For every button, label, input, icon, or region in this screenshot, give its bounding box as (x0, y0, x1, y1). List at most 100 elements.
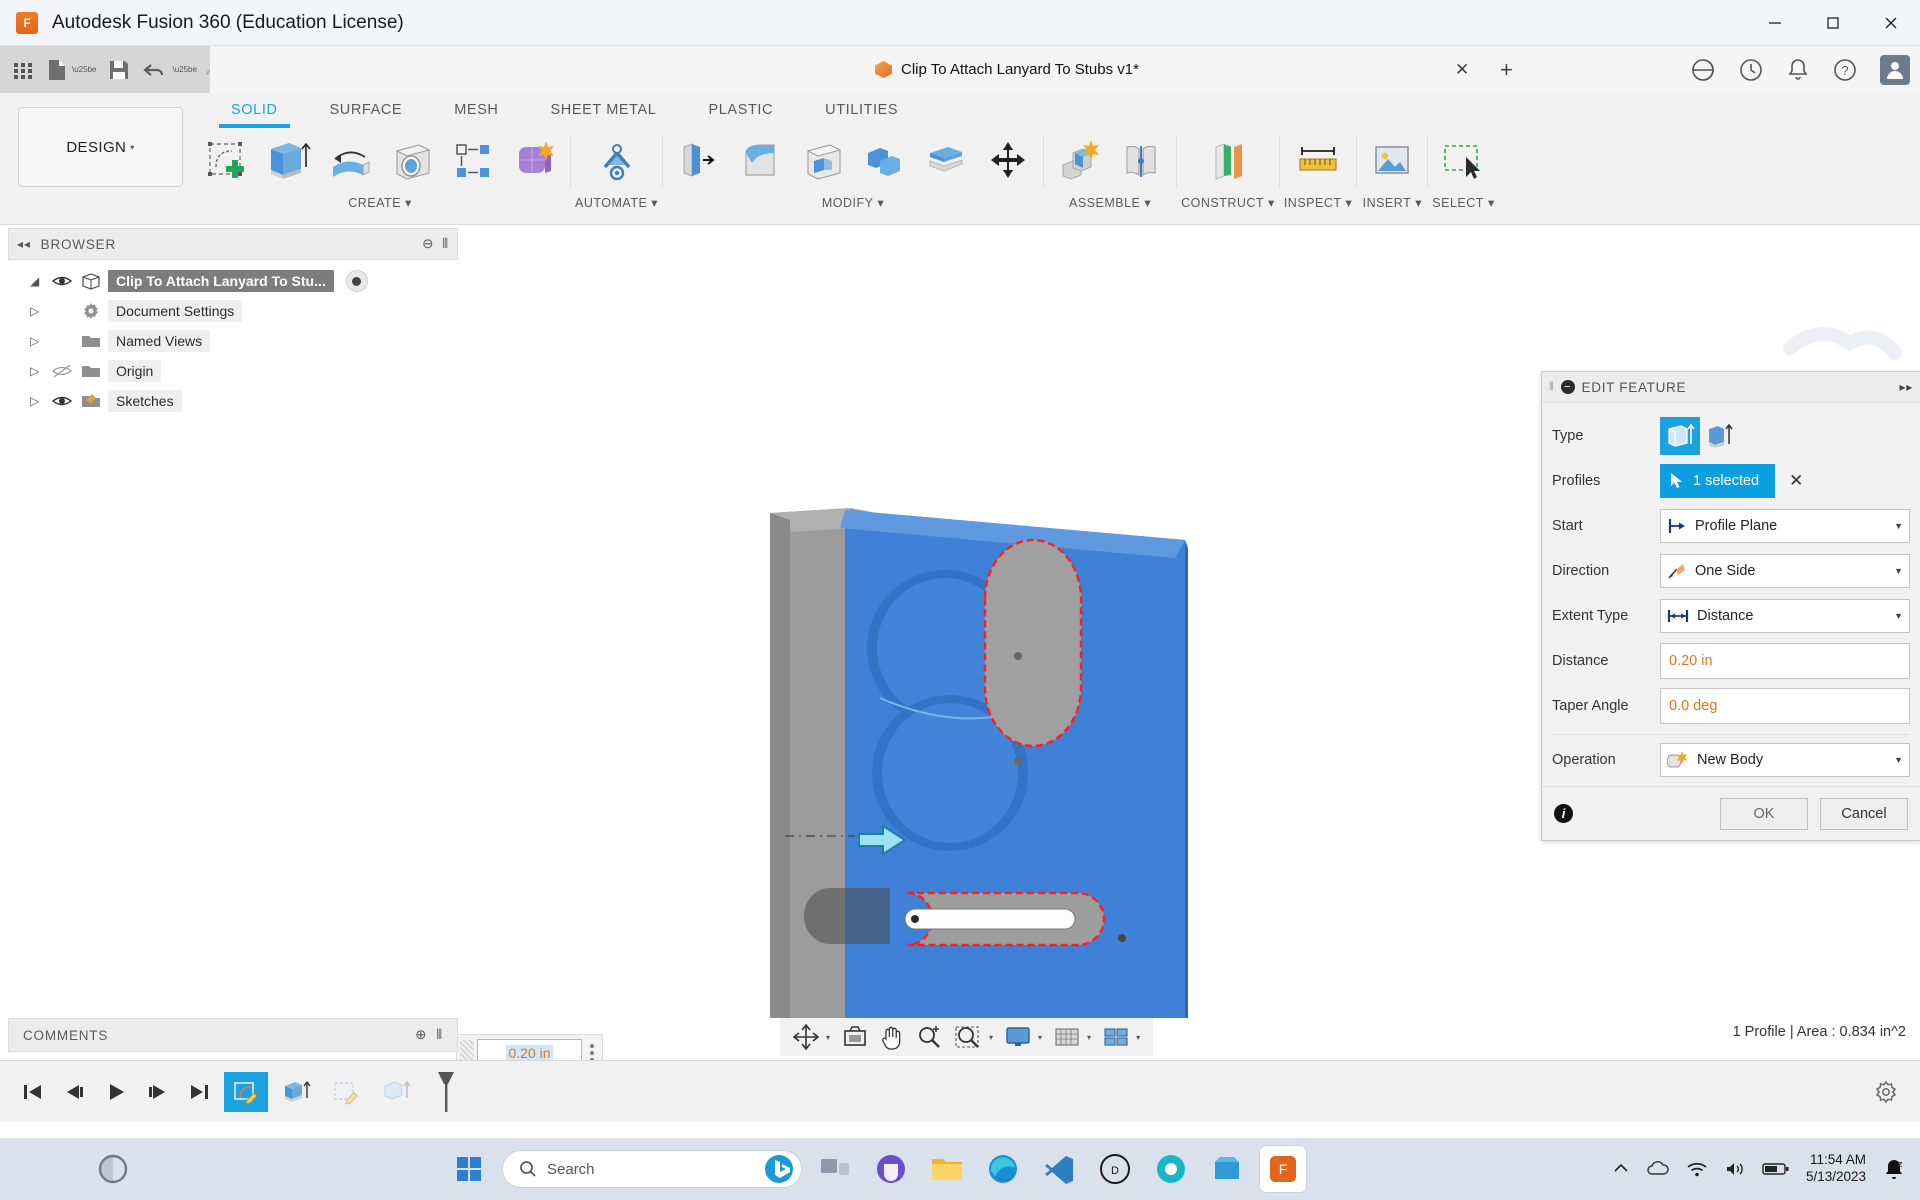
extent-type-dropdown[interactable]: Distance ▼ (1660, 599, 1910, 633)
microsoft-store-icon[interactable] (1204, 1146, 1250, 1192)
zoom-window-icon[interactable]: ▾ (949, 1022, 998, 1052)
direction-dropdown[interactable]: One Side ▼ (1660, 554, 1910, 588)
type-edge-button[interactable] (1700, 417, 1740, 455)
browser-resize-handle[interactable]: ⦀ (442, 236, 449, 252)
start-dropdown[interactable]: Profile Plane ▼ (1660, 509, 1910, 543)
revolve-icon[interactable] (318, 127, 380, 193)
timeline-prev-icon[interactable] (56, 1074, 92, 1110)
tab-plastic[interactable]: PLASTIC (682, 97, 799, 123)
timeline-feature-sketch-2[interactable] (324, 1072, 368, 1112)
visibility-eye-icon[interactable] (52, 394, 74, 408)
vscode-icon[interactable] (1036, 1146, 1082, 1192)
tree-item-sketches[interactable]: ▷ Sketches (8, 386, 458, 416)
wifi-icon[interactable] (1686, 1161, 1708, 1177)
timeline-play-icon[interactable] (98, 1074, 134, 1110)
automate-generative-icon[interactable] (586, 127, 648, 193)
joint-icon[interactable] (1110, 127, 1172, 193)
edge-icon[interactable] (980, 1146, 1026, 1192)
document-tab-close-icon[interactable]: ✕ (1455, 60, 1469, 80)
cancel-button[interactable]: Cancel (1820, 798, 1908, 830)
info-icon[interactable]: i (1554, 804, 1573, 823)
panel-label-create[interactable]: CREATE▾ (348, 195, 412, 210)
volume-icon[interactable] (1724, 1161, 1746, 1177)
tree-item-document-settings[interactable]: ▷ Document Settings (8, 296, 458, 326)
profiles-clear-icon[interactable]: ✕ (1789, 471, 1803, 491)
grid-snap-icon[interactable]: ▾ (1049, 1022, 1096, 1052)
chevron-down-icon[interactable]: ▼ (1894, 566, 1903, 576)
tab-sheet-metal[interactable]: SHEET METAL (525, 97, 683, 123)
press-pull-icon[interactable] (667, 127, 729, 193)
comments-panel[interactable]: COMMENTS ⊕ ⦀ (8, 1018, 458, 1052)
timeline-feature-extrude[interactable] (274, 1072, 318, 1112)
user-avatar[interactable] (1880, 55, 1910, 85)
expand-arrow-icon[interactable]: ▷ (30, 334, 46, 348)
file-explorer-icon[interactable] (924, 1146, 970, 1192)
fusion360-taskbar-icon[interactable]: F (1260, 1146, 1306, 1192)
new-file-icon[interactable]: \u25be (46, 51, 96, 89)
battery-icon[interactable] (1762, 1161, 1790, 1177)
create-form-icon[interactable] (504, 127, 566, 193)
taskbar-clock[interactable]: 11:54 AM 5/13/2023 (1806, 1152, 1866, 1186)
bing-icon[interactable] (763, 1153, 795, 1185)
document-tab[interactable]: Clip To Attach Lanyard To Stubs v1* (875, 61, 1139, 78)
new-component-icon[interactable] (1048, 127, 1110, 193)
tree-item-root[interactable]: ◢ Clip To Attach Lanyard To Stu... (8, 266, 458, 296)
browser-minimize-icon[interactable]: ⊖ (422, 236, 434, 252)
chevron-down-icon[interactable]: ▼ (1894, 755, 1903, 765)
collapse-browser-icon[interactable]: ◂◂ (17, 237, 31, 251)
maximize-button[interactable] (1804, 0, 1862, 46)
look-at-icon[interactable] (837, 1022, 873, 1052)
type-profile-button[interactable] (1660, 417, 1700, 455)
add-comment-icon[interactable]: ⊕ (415, 1027, 427, 1043)
timeline-next-icon[interactable] (140, 1074, 176, 1110)
tab-solid[interactable]: SOLID (205, 97, 304, 123)
start-button[interactable] (446, 1146, 492, 1192)
expand-arrow-icon[interactable]: ▷ (30, 364, 46, 378)
tab-mesh[interactable]: MESH (428, 97, 524, 123)
history-icon[interactable] (1738, 57, 1764, 83)
show-hidden-icons[interactable] (1612, 1162, 1630, 1176)
component-activate-toggle[interactable] (346, 270, 368, 292)
profiles-select-button[interactable]: 1 selected (1660, 464, 1775, 498)
panel-label-automate[interactable]: AUTOMATE▾ (575, 195, 658, 210)
display-settings-icon[interactable]: ▾ (1000, 1022, 1047, 1052)
chevron-down-icon[interactable]: ▾ (826, 1033, 830, 1042)
task-view-icon[interactable] (812, 1146, 858, 1192)
extrude-icon[interactable] (256, 127, 318, 193)
chevron-down-icon[interactable]: \u25be (72, 65, 96, 74)
collapse-icon[interactable]: − (1561, 380, 1575, 394)
timeline-settings-gear-icon[interactable] (1874, 1080, 1898, 1104)
tree-item-named-views[interactable]: ▷ Named Views (8, 326, 458, 356)
help-icon[interactable]: ? (1832, 57, 1858, 83)
panel-label-construct[interactable]: CONSTRUCT▾ (1181, 195, 1275, 210)
shell-icon[interactable] (791, 127, 853, 193)
app-teal-icon[interactable] (1148, 1146, 1194, 1192)
fillet-icon[interactable] (729, 127, 791, 193)
notifications-bell-icon[interactable] (1786, 57, 1810, 83)
undo-icon[interactable]: \u25be (142, 51, 196, 89)
panel-label-insert[interactable]: INSERT▾ (1363, 195, 1422, 210)
orbit-icon[interactable]: ▾ (788, 1022, 835, 1052)
ok-button[interactable]: OK (1720, 798, 1808, 830)
timeline-feature-extrude-2[interactable] (374, 1072, 418, 1112)
insert-image-icon[interactable] (1361, 127, 1423, 193)
weather-widget-icon[interactable] (90, 1146, 136, 1192)
comments-resize-handle[interactable]: ⦀ (436, 1027, 443, 1043)
taskbar-search[interactable]: Search (502, 1150, 802, 1188)
save-icon[interactable] (100, 51, 138, 89)
workspace-selector[interactable]: DESIGN ▾ (18, 107, 183, 187)
teams-icon[interactable] (868, 1146, 914, 1192)
timeline-first-icon[interactable] (14, 1074, 50, 1110)
viewports-icon[interactable]: ▾ (1098, 1022, 1145, 1052)
chevron-down-icon[interactable]: ▾ (1038, 1033, 1042, 1042)
chevron-down-icon[interactable]: ▾ (989, 1033, 993, 1042)
operation-dropdown[interactable]: New Body ▼ (1660, 743, 1910, 777)
combine-icon[interactable] (853, 127, 915, 193)
visibility-eye-off-icon[interactable] (52, 364, 74, 378)
offset-plane-icon[interactable] (1197, 127, 1259, 193)
timeline-feature-sketch[interactable] (224, 1072, 268, 1112)
pan-hand-icon[interactable] (875, 1022, 909, 1052)
move-copy-icon[interactable] (977, 127, 1039, 193)
timeline-marker[interactable] (424, 1072, 468, 1112)
panel-label-inspect[interactable]: INSPECT▾ (1284, 195, 1352, 210)
